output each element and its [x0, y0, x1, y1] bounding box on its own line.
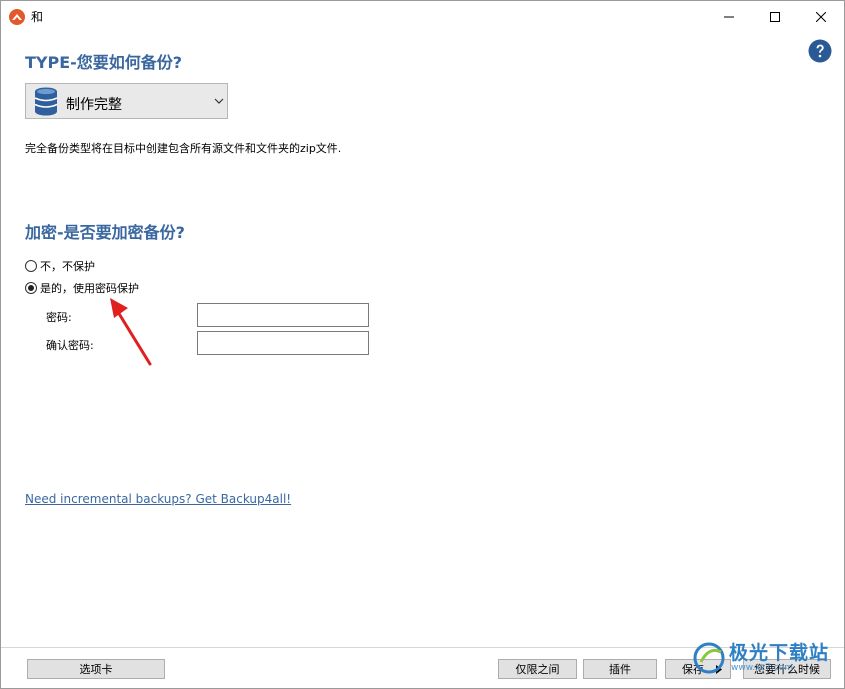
maximize-icon — [770, 11, 780, 22]
database-icon — [34, 87, 58, 116]
password-input[interactable] — [197, 303, 369, 327]
confirm-password-input[interactable] — [197, 331, 369, 355]
app-window: 和 TYPE-您要如何备份? 制作完整 完全备份类型将在目标中创建包含所有源文件… — [0, 0, 845, 689]
only-between-button[interactable]: 仅限之间 — [498, 659, 577, 679]
chevron-down-icon — [214, 98, 224, 104]
watermark-url: www.xz7.com — [731, 663, 793, 673]
watermark-text: 极光下载站 — [729, 642, 830, 664]
help-icon[interactable] — [808, 39, 832, 63]
backup-type-dropdown[interactable]: 制作完整 — [25, 83, 228, 119]
backup-type-heading: TYPE-您要如何备份? — [25, 53, 183, 72]
title-bar[interactable]: 和 — [1, 1, 844, 32]
minimize-icon — [724, 16, 734, 17]
radio-password-protection-circle[interactable] — [25, 282, 37, 294]
radio-no-protection[interactable]: 不，不保护 — [25, 258, 95, 274]
password-label: 密码: — [46, 311, 72, 324]
radio-password-protection-label: 是的，使用密码保护 — [40, 282, 139, 295]
radio-password-protection[interactable]: 是的，使用密码保护 — [25, 280, 139, 296]
radio-no-protection-circle[interactable] — [25, 260, 37, 272]
backup-type-description: 完全备份类型将在目标中创建包含所有源文件和文件夹的zip文件. — [25, 142, 342, 155]
backup-type-value: 制作完整 — [66, 97, 122, 113]
radio-no-protection-label: 不，不保护 — [40, 260, 95, 273]
plugins-button[interactable]: 插件 — [583, 659, 657, 679]
minimize-button[interactable] — [706, 1, 752, 32]
tabs-button[interactable]: 选项卡 — [27, 659, 165, 679]
annotation-arrow-icon — [110, 298, 152, 366]
window-title: 和 — [31, 10, 44, 24]
watermark: 极光下载站 www.xz7.com — [691, 636, 841, 689]
encryption-heading: 加密-是否要加密备份? — [25, 223, 185, 242]
get-backup4all-link[interactable]: Need incremental backups? Get Backup4all… — [25, 492, 291, 506]
confirm-password-label: 确认密码: — [46, 339, 94, 352]
app-logo-icon — [9, 9, 25, 25]
close-button[interactable] — [798, 1, 844, 32]
maximize-button[interactable] — [752, 1, 798, 32]
watermark-logo-icon — [693, 642, 725, 674]
close-icon — [816, 11, 826, 22]
